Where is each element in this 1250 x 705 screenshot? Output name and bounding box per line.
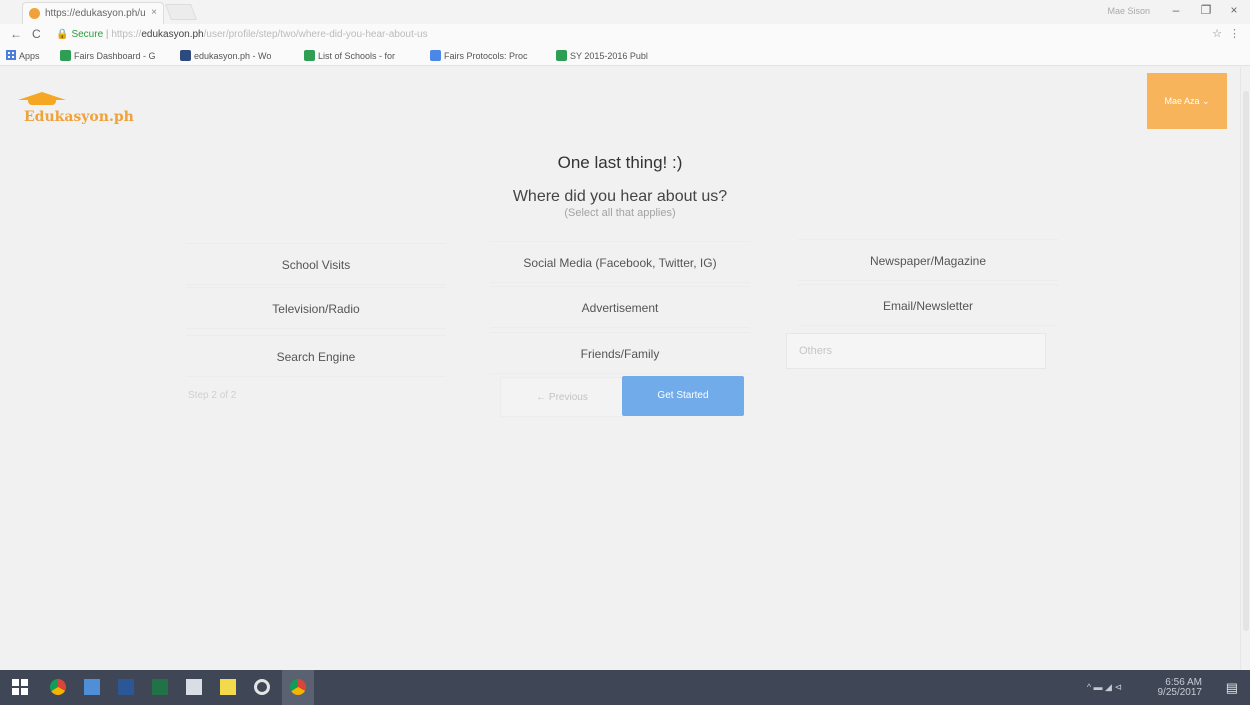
user-menu-button[interactable]: Mae Aza ⌄ (1147, 73, 1227, 129)
option-friends-family[interactable]: Friends/Family (490, 332, 750, 374)
close-tab-icon[interactable]: × (151, 7, 157, 18)
back-icon[interactable]: ← (10, 27, 22, 41)
bookmark-label: Fairs Protocols: Proc (444, 51, 528, 61)
apps-grid-icon (6, 50, 16, 60)
bookmark-sy-2015[interactable]: SY 2015-2016 Publ (556, 50, 648, 61)
question-hint: (Select all that applies) (564, 207, 676, 219)
sheets-icon (556, 50, 567, 61)
settings-icon[interactable] (254, 679, 270, 695)
url-host: edukasyon.ph (141, 29, 204, 40)
close-window-icon[interactable]: × (1224, 3, 1244, 17)
page-scrollbar[interactable] (1240, 67, 1250, 670)
page-content: Edukasyon.ph Mae Aza ⌄ One last thing! :… (0, 67, 1240, 670)
option-search-engine[interactable]: Search Engine (186, 335, 446, 377)
bookmark-label: List of Schools - for (318, 51, 396, 61)
reload-icon[interactable]: C (32, 27, 41, 41)
bookmark-label: Fairs Dashboard - G (74, 51, 156, 61)
word-icon[interactable] (118, 679, 134, 695)
option-newspaper-magazine[interactable]: Newspaper/Magazine (798, 239, 1058, 281)
address-bar[interactable]: 🔒 Secure | https://edukasyon.ph/user/prof… (56, 26, 1186, 44)
bookmark-label: SY 2015-2016 Publ (570, 51, 648, 61)
sheets-icon (60, 50, 71, 61)
graduation-cap-icon (18, 92, 66, 100)
bookmark-label: Apps (19, 51, 40, 61)
file-explorer-icon[interactable] (84, 679, 100, 695)
minimize-icon[interactable]: – (1166, 3, 1186, 17)
sticky-notes-icon[interactable] (220, 679, 236, 695)
browser-tab-bar: https://edukasyon.ph/u × Mae Sison – ❐ × (0, 0, 1250, 24)
others-input[interactable] (786, 333, 1046, 369)
docs-icon (430, 50, 441, 61)
chrome-icon[interactable] (290, 679, 306, 695)
graduation-cap-base (28, 100, 56, 105)
option-advertisement[interactable]: Advertisement (490, 286, 750, 328)
tab-title: https://edukasyon.ph/u (45, 8, 146, 19)
mail-icon[interactable] (186, 679, 202, 695)
sheets-icon (304, 50, 315, 61)
bookmark-fairs-protocols[interactable]: Fairs Protocols: Proc (430, 50, 528, 61)
bookmark-star-icon[interactable]: ☆ (1212, 27, 1222, 40)
browser-toolbar: ← C 🔒 Secure | https://edukasyon.ph/user/… (0, 24, 1250, 46)
question-heading: Where did you hear about us? (512, 188, 728, 205)
option-email-newsletter[interactable]: Email/Newsletter (798, 284, 1058, 326)
scrollbar-thumb[interactable] (1243, 91, 1249, 631)
restore-icon[interactable]: ❐ (1196, 3, 1216, 17)
notification-center-icon[interactable]: ▤ (1226, 680, 1238, 696)
previous-button[interactable]: ← Previous (500, 377, 624, 417)
chrome-icon[interactable] (50, 679, 66, 695)
clock-date: 9/25/2017 (1157, 687, 1203, 698)
secure-label: Secure (71, 29, 104, 40)
new-tab-button[interactable] (165, 4, 197, 20)
bookmark-label: edukasyon.ph - Wo (194, 51, 272, 61)
browser-menu-icon[interactable]: ⋮ (1229, 27, 1240, 40)
windows-start-icon[interactable] (12, 679, 28, 695)
url-protocol: https:// (111, 29, 142, 40)
bookmark-fairs-dashboard[interactable]: Fairs Dashboard - G (60, 50, 156, 61)
url-path: /user/profile/step/two/where-did-you-hea… (203, 29, 428, 40)
bookmark-list-of-schools[interactable]: List of Schools - for (304, 50, 395, 61)
option-social-media[interactable]: Social Media (Facebook, Twitter, IG) (490, 241, 750, 283)
favicon-icon (29, 8, 40, 19)
p-icon (180, 50, 191, 61)
browser-tab[interactable]: https://edukasyon.ph/u × (22, 2, 164, 24)
profile-name[interactable]: Mae Sison (1107, 6, 1150, 16)
option-school-visits[interactable]: School Visits (186, 243, 446, 285)
page-title: One last thing! :) (557, 153, 683, 172)
system-tray-icons[interactable]: ^ ▬ ◢ ⊲ (1087, 682, 1122, 693)
edukasyon-logo[interactable]: Edukasyon.ph (12, 92, 134, 132)
bookmark-apps[interactable]: Apps (6, 50, 40, 61)
lock-icon: 🔒 (56, 29, 69, 40)
bookmarks-bar: Apps Fairs Dashboard - G edukasyon.ph - … (0, 46, 1250, 66)
step-indicator: Step 2 of 2 (188, 390, 237, 401)
logo-text: Edukasyon.ph (24, 109, 134, 125)
windows-taskbar: ^ ▬ ◢ ⊲ 6:56 AM 9/25/2017 ▤ (0, 670, 1250, 705)
clock[interactable]: 6:56 AM 9/25/2017 (1158, 678, 1203, 698)
bookmark-edukasyon[interactable]: edukasyon.ph - Wo (180, 50, 271, 61)
option-television-radio[interactable]: Television/Radio (186, 287, 446, 329)
get-started-button[interactable]: Get Started (622, 376, 744, 416)
excel-icon[interactable] (152, 679, 168, 695)
